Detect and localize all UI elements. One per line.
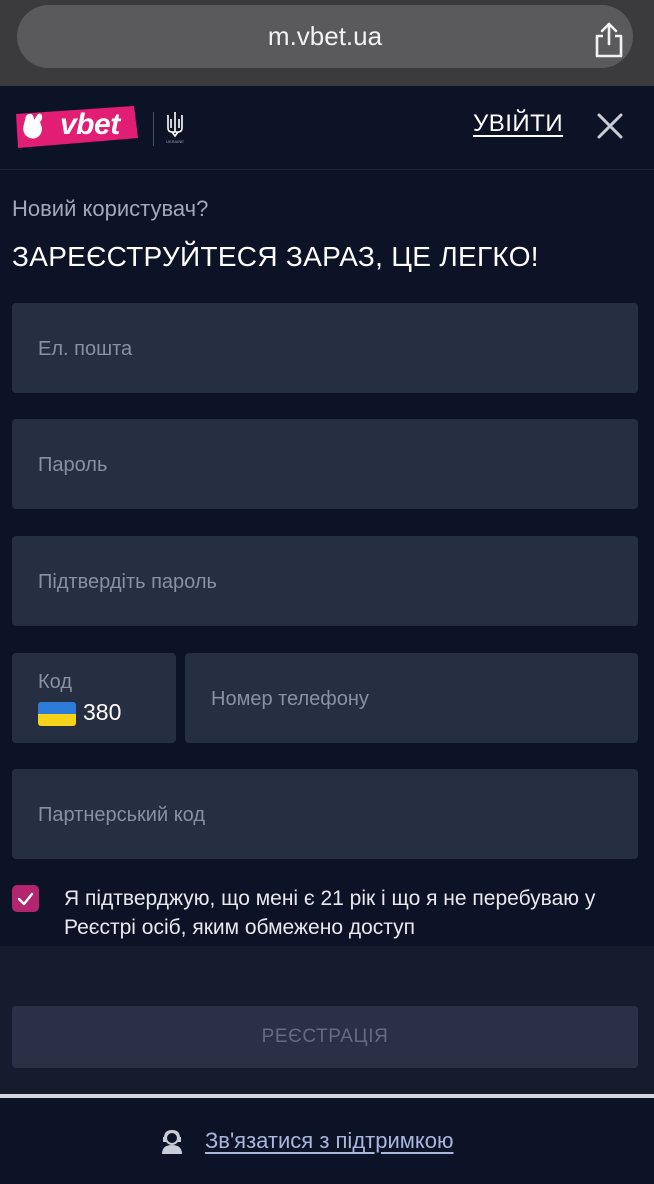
confirm-password-placeholder: Підтвердіть пароль bbox=[38, 571, 217, 593]
ukraine-flag-icon bbox=[38, 702, 76, 726]
share-icon[interactable] bbox=[592, 21, 626, 59]
register-button[interactable]: РЕЄСТРАЦІЯ bbox=[12, 1006, 638, 1068]
code-label: Код bbox=[38, 671, 73, 693]
partner-code-placeholder: Партнерський код bbox=[38, 804, 206, 826]
password-placeholder: Пароль bbox=[38, 454, 108, 476]
checkmark-icon bbox=[17, 892, 34, 906]
site-header: vbet UKRAINE УВІЙТИ bbox=[0, 86, 654, 170]
vbet-logo[interactable]: vbet bbox=[12, 104, 140, 150]
phone-field[interactable]: Номер телефону bbox=[185, 653, 638, 743]
password-field[interactable]: Пароль bbox=[12, 419, 638, 509]
email-placeholder: Ел. пошта bbox=[38, 338, 133, 360]
logo-text: vbet bbox=[60, 108, 120, 141]
logo-divider bbox=[153, 112, 154, 146]
footer-panel: РЕЄСТРАЦІЯ Зв'язатися з підтримкою bbox=[0, 946, 654, 1184]
emblem-caption: UKRAINE bbox=[166, 139, 184, 144]
support-link[interactable]: Зв'язатися з підтримкою bbox=[205, 1128, 454, 1154]
login-link[interactable]: УВІЙТИ bbox=[473, 110, 563, 138]
support-row: Зв'язатися з підтримкою bbox=[0, 1098, 654, 1184]
trident-icon: UKRAINE bbox=[166, 112, 184, 144]
email-field[interactable]: Ел. пошта bbox=[12, 303, 638, 393]
confirm-password-field[interactable]: Підтвердіть пароль bbox=[12, 536, 638, 626]
support-agent-icon bbox=[162, 1129, 182, 1154]
close-icon[interactable] bbox=[596, 112, 624, 140]
register-heading: ЗАРЕЄСТРУЙТЕСЯ ЗАРАЗ, ЦЕ ЛЕГКО! bbox=[12, 241, 539, 272]
new-user-subtitle: Новий користувач? bbox=[12, 196, 209, 221]
address-bar[interactable]: m.vbet.ua bbox=[17, 5, 633, 68]
terms-text: Я підтверджую, що мені є 21 рік і що я н… bbox=[64, 887, 596, 939]
terms-checkbox[interactable] bbox=[12, 885, 39, 912]
code-value: 380 bbox=[83, 699, 122, 725]
partner-code-field[interactable]: Партнерський код bbox=[12, 769, 638, 859]
browser-bar: m.vbet.ua bbox=[0, 0, 654, 86]
url-text: m.vbet.ua bbox=[267, 21, 383, 51]
phone-placeholder: Номер телефону bbox=[211, 688, 369, 710]
country-code-select[interactable]: Код 380 bbox=[12, 653, 176, 743]
